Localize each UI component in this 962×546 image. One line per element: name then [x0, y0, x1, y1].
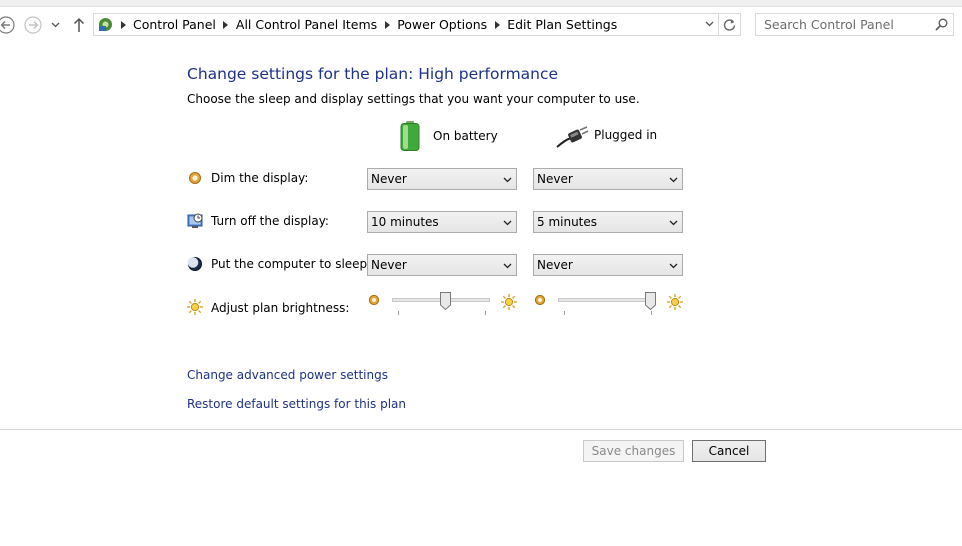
dim-display-icon: [186, 169, 204, 187]
power-plug-icon: [556, 126, 589, 148]
cancel-button[interactable]: Cancel: [692, 440, 766, 462]
slider-thumb[interactable]: [645, 292, 656, 310]
dim-display-battery-select[interactable]: Never: [367, 168, 517, 190]
divider: [0, 429, 962, 430]
column-on-battery-label: On battery: [433, 129, 498, 143]
slider-tick: [485, 311, 486, 315]
breadcrumb-power-options[interactable]: Power Options: [395, 17, 489, 32]
display-off-plugged-value: 5 minutes: [537, 215, 598, 229]
chevron-down-icon: [503, 261, 512, 270]
up-arrow-icon: [73, 17, 85, 32]
battery-icon: [400, 121, 420, 151]
display-off-battery-select[interactable]: 10 minutes: [367, 211, 517, 233]
slider-tick: [651, 311, 652, 315]
breadcrumb-control-panel[interactable]: Control Panel: [131, 17, 218, 32]
display-off-plugged-select[interactable]: 5 minutes: [533, 211, 683, 233]
chevron-down-icon: [669, 261, 678, 270]
breadcrumb-separator-icon[interactable]: [489, 20, 505, 29]
dim-display-plugged-value: Never: [537, 172, 573, 186]
address-history-button[interactable]: [702, 17, 716, 31]
sleep-battery-select[interactable]: Never: [367, 254, 517, 276]
breadcrumb-separator-icon[interactable]: [379, 20, 395, 29]
brightness-high-icon: [500, 293, 518, 311]
sleep-battery-value: Never: [371, 258, 407, 272]
slider-thumb[interactable]: [439, 292, 451, 310]
chevron-down-icon: [669, 218, 678, 227]
slider-tick: [398, 311, 399, 315]
refresh-icon: [723, 19, 736, 31]
search-input[interactable]: [756, 14, 929, 35]
page-subtitle: Choose the sleep and display settings th…: [187, 92, 640, 106]
address-bar[interactable]: Control Panel All Control Panel Items Po…: [93, 13, 719, 36]
display-off-battery-value: 10 minutes: [371, 215, 439, 229]
display-off-label: Turn off the display:: [211, 214, 329, 228]
chevron-down-icon: [503, 218, 512, 227]
column-on-battery: On battery: [398, 120, 498, 152]
back-arrow-icon: [0, 16, 15, 34]
brightness-battery-slider[interactable]: [370, 292, 490, 316]
refresh-button[interactable]: [719, 13, 741, 36]
brightness-plugged-slider[interactable]: [536, 292, 656, 316]
column-plugged-in: Plugged in: [555, 120, 657, 150]
change-advanced-settings-link[interactable]: Change advanced power settings: [187, 368, 388, 382]
restore-defaults-link[interactable]: Restore default settings for this plan: [187, 397, 406, 411]
sleep-plugged-select[interactable]: Never: [533, 254, 683, 276]
chevron-down-icon: [705, 21, 713, 27]
sleep-label: Put the computer to sleep:: [211, 257, 372, 271]
page-title: Change settings for the plan: High perfo…: [187, 65, 559, 83]
forward-button[interactable]: [23, 15, 43, 35]
brightness-high-icon: [666, 293, 684, 311]
sleep-plugged-value: Never: [537, 258, 573, 272]
slider-tick: [564, 311, 565, 315]
display-off-icon: [186, 212, 204, 230]
dim-display-label: Dim the display:: [211, 171, 309, 185]
search-box[interactable]: [755, 13, 954, 36]
chevron-down-icon: [669, 175, 678, 184]
breadcrumb-edit-plan-settings[interactable]: Edit Plan Settings: [505, 17, 619, 32]
window-top-edge: [0, 0, 962, 7]
up-button[interactable]: [69, 15, 89, 35]
forward-arrow-icon: [24, 16, 42, 34]
breadcrumb-separator-icon[interactable]: [115, 20, 131, 29]
dim-display-battery-value: Never: [371, 172, 407, 186]
search-icon[interactable]: [929, 18, 953, 31]
chevron-down-icon: [51, 22, 59, 28]
control-panel-root-icon[interactable]: [95, 14, 115, 35]
chevron-down-icon: [503, 175, 512, 184]
save-changes-button[interactable]: Save changes: [583, 440, 684, 462]
brightness-label: Adjust plan brightness:: [211, 301, 350, 315]
slider-track[interactable]: [558, 298, 656, 302]
recent-locations-button[interactable]: [48, 15, 62, 35]
sleep-moon-icon: [186, 255, 204, 273]
brightness-sun-icon: [186, 298, 204, 316]
breadcrumb-separator-icon[interactable]: [218, 20, 234, 29]
dim-display-plugged-select[interactable]: Never: [533, 168, 683, 190]
breadcrumb-all-items[interactable]: All Control Panel Items: [234, 17, 379, 32]
column-plugged-in-label: Plugged in: [594, 128, 658, 142]
back-button[interactable]: [0, 15, 16, 35]
